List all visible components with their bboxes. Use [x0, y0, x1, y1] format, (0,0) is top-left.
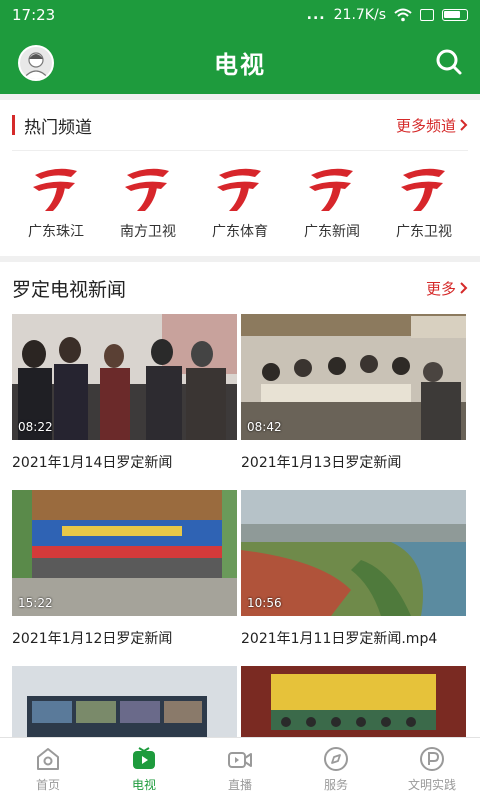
- chevron-right-icon: [460, 119, 468, 131]
- more-news-link[interactable]: 更多: [426, 278, 468, 299]
- video-duration: 10:56: [247, 596, 282, 610]
- tab-label: 电视: [131, 778, 156, 792]
- thumbnail-control-room-image: [12, 666, 237, 737]
- network-speed: 21.7K/s: [333, 7, 386, 23]
- news-header: 罗定电视新闻 更多: [0, 262, 480, 314]
- bottom-tab-bar: 首页 电视 直播 服务 文明实践: [0, 737, 480, 800]
- channel-item[interactable]: 广东体育: [194, 161, 286, 241]
- tab-label: 文明实践: [407, 778, 456, 792]
- news-title: 罗定电视新闻: [12, 278, 127, 301]
- chevron-right-icon: [460, 282, 468, 294]
- tv-play-icon: [133, 747, 155, 769]
- home-icon: [37, 748, 59, 770]
- app-bar: 电视: [0, 30, 480, 94]
- video-thumbnail[interactable]: 08:22: [12, 314, 237, 440]
- channel-name: 广东珠江: [28, 224, 84, 240]
- news-card[interactable]: [241, 666, 466, 737]
- video-duration: 08:42: [247, 420, 282, 434]
- channel-logo-icon: [125, 168, 169, 211]
- wifi-icon: [394, 8, 412, 22]
- status-dots: ...: [306, 7, 326, 23]
- channel-name: 南方卫视: [120, 224, 176, 240]
- video-thumbnail[interactable]: [241, 666, 466, 737]
- tab-live[interactable]: 直播: [192, 738, 288, 800]
- page-title: 电视: [214, 50, 266, 79]
- compass-icon: [324, 747, 348, 771]
- channel-logo-icon: [33, 168, 77, 211]
- news-card-title: 2021年1月14日罗定新闻: [12, 455, 173, 471]
- civilization-icon: [420, 747, 444, 771]
- more-channels-label: 更多频道: [395, 116, 456, 135]
- channel-name: 广东体育: [212, 224, 268, 240]
- news-card[interactable]: 10:56 2021年1月11日罗定新闻.mp4: [241, 490, 466, 660]
- tab-civilization[interactable]: 文明实践: [384, 738, 480, 800]
- more-news-label: 更多: [425, 279, 456, 298]
- search-icon: [436, 49, 462, 75]
- tab-service[interactable]: 服务: [288, 738, 384, 800]
- status-bar: 17:23 ... 21.7K/s: [0, 0, 480, 30]
- channel-item[interactable]: 广东新闻: [286, 161, 378, 241]
- video-thumbnail[interactable]: 08:42: [241, 314, 466, 440]
- tab-label: 首页: [35, 778, 60, 792]
- news-section: 罗定电视新闻 更多 08:22 2021年1月14日罗定新闻 08:42 202…: [0, 262, 480, 737]
- video-thumbnail[interactable]: 15:22: [12, 490, 237, 616]
- user-avatar[interactable]: [18, 45, 54, 81]
- channel-logo-icon: [309, 168, 353, 211]
- news-card-title: 2021年1月12日罗定新闻: [12, 631, 173, 647]
- video-thumbnail[interactable]: 10:56: [241, 490, 466, 616]
- status-time: 17:23: [12, 6, 56, 24]
- tab-home[interactable]: 首页: [0, 738, 96, 800]
- status-right-group: ... 21.7K/s: [307, 7, 468, 23]
- tab-tv[interactable]: 电视: [96, 738, 192, 800]
- channel-item[interactable]: 南方卫视: [102, 161, 194, 241]
- news-card-title: 2021年1月13日罗定新闻: [241, 455, 402, 471]
- news-card[interactable]: 08:22 2021年1月14日罗定新闻: [12, 314, 237, 484]
- news-card[interactable]: 08:42 2021年1月13日罗定新闻: [241, 314, 466, 484]
- section-accent-bar: [12, 115, 15, 135]
- channel-name: 广东新闻: [304, 224, 360, 240]
- channel-logo-icon: [217, 168, 261, 211]
- news-card[interactable]: [12, 666, 237, 737]
- hot-channels-section: 热门频道 更多频道 广东珠江 南方卫视 广东体育 广东新闻 广东卫视: [0, 100, 480, 256]
- channel-logo-icon: [401, 168, 445, 211]
- channel-list: 广东珠江 南方卫视 广东体育 广东新闻 广东卫视: [0, 151, 480, 241]
- thumbnail-hall-meeting-image: [241, 666, 466, 737]
- video-thumbnail[interactable]: [12, 666, 237, 737]
- news-card[interactable]: 15:22 2021年1月12日罗定新闻: [12, 490, 237, 660]
- hot-channels-header: 热门频道 更多频道: [0, 100, 480, 150]
- video-duration: 15:22: [18, 596, 53, 610]
- news-card-title: 2021年1月11日罗定新闻.mp4: [241, 631, 438, 647]
- live-camera-icon: [228, 752, 252, 768]
- avatar-person-icon: [22, 52, 50, 79]
- battery-icon: [442, 9, 468, 21]
- more-channels-link[interactable]: 更多频道: [396, 115, 468, 136]
- tab-label: 服务: [323, 778, 348, 792]
- tab-label: 直播: [227, 778, 252, 792]
- channel-item[interactable]: 广东珠江: [10, 161, 102, 241]
- news-grid: 08:22 2021年1月14日罗定新闻 08:42 2021年1月13日罗定新…: [0, 314, 480, 737]
- sim-icon: [420, 9, 434, 21]
- video-duration: 08:22: [18, 420, 53, 434]
- channel-item[interactable]: 广东卫视: [378, 161, 470, 241]
- search-button[interactable]: [432, 45, 466, 79]
- channel-name: 广东卫视: [396, 224, 452, 240]
- hot-channels-title: 热门频道: [24, 117, 92, 138]
